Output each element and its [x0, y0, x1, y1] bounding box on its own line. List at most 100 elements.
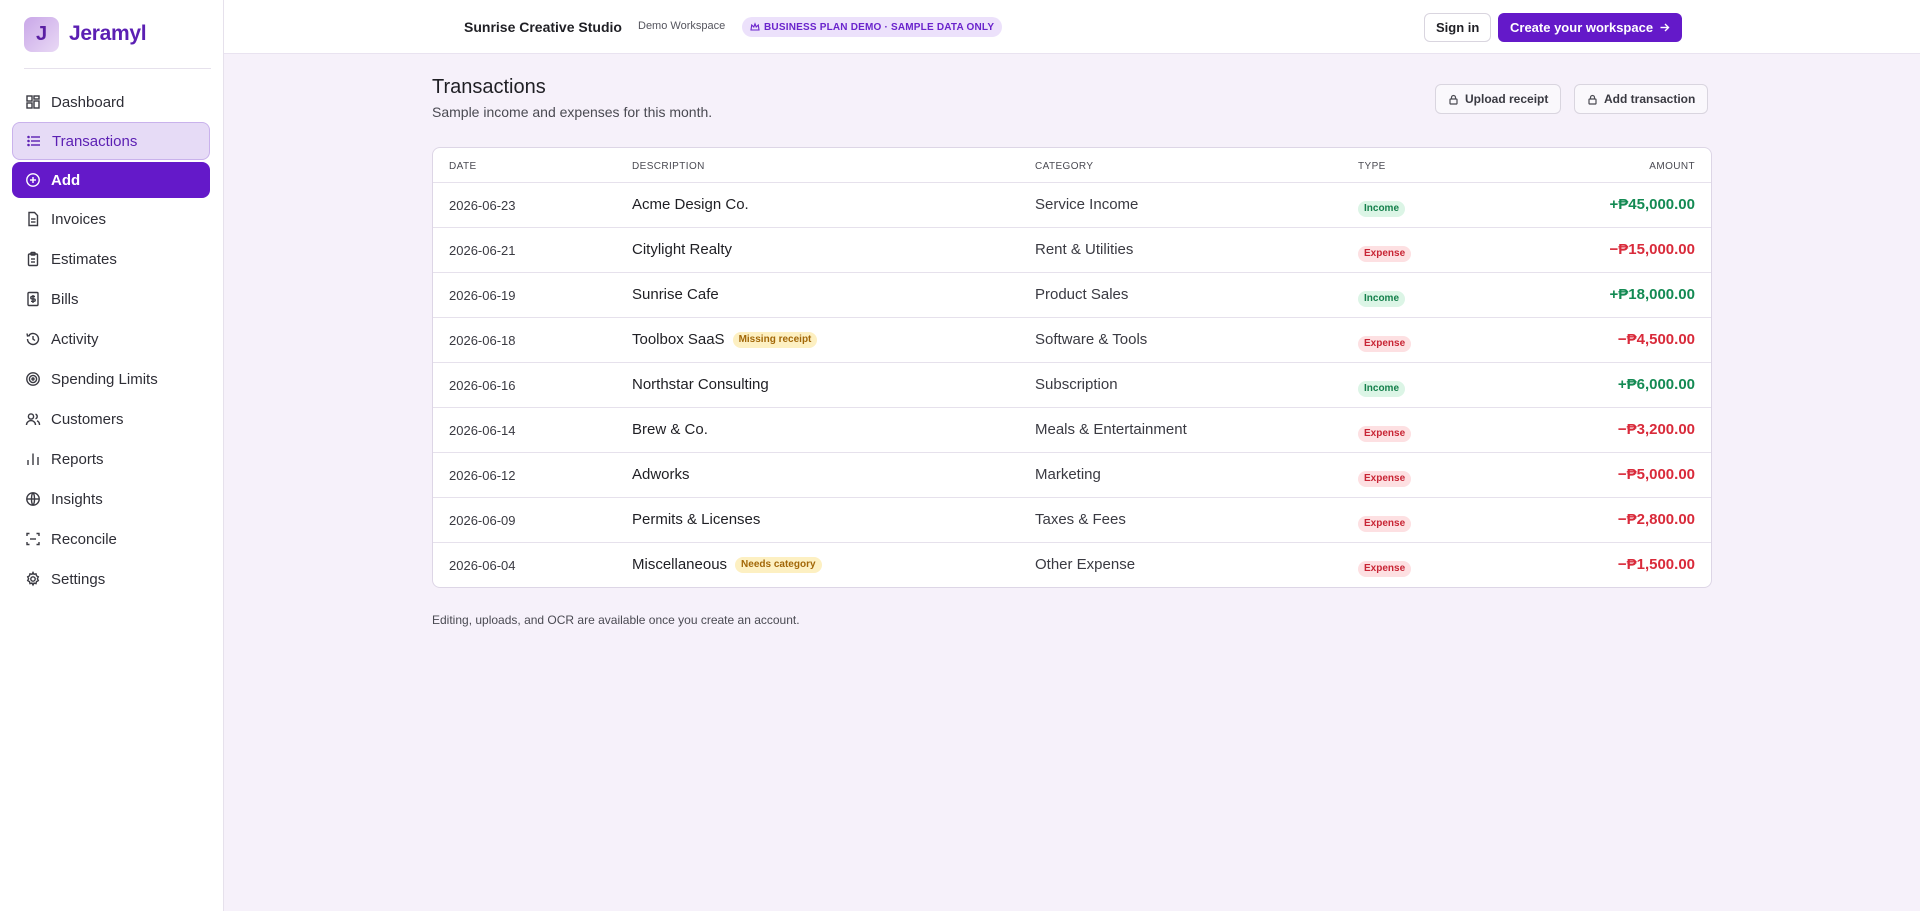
sidebar-item-label: Reconcile [51, 530, 117, 548]
row-amount: +₱6,000.00 [1617, 376, 1695, 393]
row-amount: −₱1,500.00 [1617, 556, 1695, 573]
footnote: Editing, uploads, and OCR are available … [432, 613, 800, 627]
plan-badge: BUSINESS PLAN DEMO · SAMPLE DATA ONLY [742, 17, 1003, 37]
row-description: Permits & Licenses [632, 511, 760, 528]
row-description: Citylight Realty [632, 241, 732, 258]
type-badge: Expense [1358, 245, 1412, 262]
sidebar-item-reports[interactable]: Reports [12, 440, 210, 478]
file-text-icon [25, 211, 41, 227]
row-type: Expense [1358, 243, 1412, 262]
create-workspace-button[interactable]: Create your workspace [1498, 13, 1683, 42]
history-icon [25, 331, 41, 347]
upload-receipt-button[interactable]: Upload receipt [1435, 84, 1562, 114]
bill-icon [25, 291, 41, 307]
table-row[interactable]: 2026-06-21 Citylight Realty Rent & Utiliti… [433, 228, 1711, 273]
row-amount: −₱2,800.00 [1617, 511, 1695, 528]
type-badge: Expense [1358, 515, 1412, 532]
row-category: Subscription [1035, 376, 1118, 393]
sidebar-item-label: Estimates [51, 250, 117, 268]
row-description-text: Adworks [632, 466, 690, 483]
row-date: 2026-06-19 [449, 288, 516, 303]
sidebar-item-customers[interactable]: Customers [12, 400, 210, 438]
row-description: Sunrise Cafe [632, 286, 719, 303]
warning-badge: Missing receipt [732, 331, 818, 348]
transactions-table: Date Description Category Type Amount 20… [432, 147, 1712, 588]
gear-icon [25, 571, 41, 587]
column-header-type[interactable]: Type [1358, 161, 1386, 172]
row-type: Expense [1358, 558, 1412, 577]
table-row[interactable]: 2026-06-14 Brew & Co. Meals & Entertainmen… [433, 408, 1711, 453]
row-type: Expense [1358, 333, 1412, 352]
brand[interactable]: J Jeramyl [24, 0, 211, 69]
type-badge: Income [1358, 290, 1406, 307]
table-row[interactable]: 2026-06-09 Permits & Licenses Taxes & Fees… [433, 498, 1711, 543]
bar-chart-icon [25, 451, 41, 467]
row-description: Brew & Co. [632, 421, 708, 438]
sidebar-item-label: Bills [51, 290, 79, 308]
row-type: Income [1358, 378, 1406, 397]
warning-badge: Needs category [735, 556, 822, 573]
sidebar-item-label: Add [51, 171, 81, 189]
sidebar-item-label: Insights [51, 490, 103, 508]
upload-receipt-label: Upload receipt [1465, 92, 1549, 106]
column-header-category[interactable]: Category [1035, 161, 1093, 172]
sidebar-item-insights[interactable]: Insights [12, 480, 210, 518]
type-badge: Expense [1358, 470, 1412, 487]
add-transaction-label: Add transaction [1604, 92, 1696, 106]
top-bar: Sunrise Creative Studio Demo Workspace B… [224, 0, 1920, 54]
sidebar-item-label: Spending Limits [51, 370, 158, 388]
lock-icon [1448, 94, 1459, 105]
scan-icon [25, 531, 41, 547]
sidebar-item-reconcile[interactable]: Reconcile [12, 520, 210, 558]
sidebar-item-transactions[interactable]: Transactions [12, 122, 210, 160]
sidebar-item-label: Transactions [52, 132, 138, 150]
column-header-amount[interactable]: Amount [1649, 161, 1695, 172]
row-description: Adworks [632, 466, 690, 483]
sidebar-item-bills[interactable]: Bills [12, 280, 210, 318]
row-category: Service Income [1035, 196, 1139, 213]
sidebar-item-label: Customers [51, 410, 124, 428]
users-icon [25, 411, 41, 427]
table-row[interactable]: 2026-06-19 Sunrise Cafe Product Sales Incom… [433, 273, 1711, 318]
sidebar-item-label: Settings [51, 570, 106, 588]
row-amount: −₱4,500.00 [1617, 331, 1695, 348]
target-icon [25, 371, 41, 387]
table-row[interactable]: 2026-06-16 Northstar Consulting Subscripti… [433, 363, 1711, 408]
page-subtitle: Sample income and expenses for this mont… [432, 104, 713, 120]
sidebar-item-spending-limits[interactable]: Spending Limits [12, 360, 210, 398]
sidebar-item-dashboard[interactable]: Dashboard [12, 84, 210, 120]
arrow-right-icon [1659, 22, 1670, 33]
row-category: Taxes & Fees [1035, 511, 1126, 528]
row-date: 2026-06-09 [449, 513, 516, 528]
sidebar-item-settings[interactable]: Settings [12, 560, 210, 598]
table-row[interactable]: 2026-06-23 Acme Design Co. Service Income I… [433, 183, 1711, 228]
row-amount: +₱18,000.00 [1609, 286, 1696, 303]
row-type: Expense [1358, 423, 1412, 442]
sidebar-item-estimates[interactable]: Estimates [12, 240, 210, 278]
type-badge: Income [1358, 380, 1406, 397]
column-header-description[interactable]: Description [632, 161, 705, 172]
row-type: Expense [1358, 468, 1412, 487]
row-description-text: Citylight Realty [632, 241, 733, 258]
sidebar-item-label: Invoices [51, 210, 107, 228]
sidebar-item-activity[interactable]: Activity [12, 320, 210, 358]
sign-in-button[interactable]: Sign in [1424, 13, 1492, 42]
row-description: Toolbox SaaS Missing receipt [632, 331, 818, 348]
plus-circle-icon [25, 172, 41, 188]
add-transaction-button[interactable]: Add transaction [1574, 84, 1709, 114]
table-body: 2026-06-23 Acme Design Co. Service Income I… [433, 183, 1711, 587]
table-row[interactable]: 2026-06-12 Adworks Marketing Expense −₱5,000… [433, 453, 1711, 498]
row-description: Miscellaneous Needs category [632, 556, 822, 573]
table-row[interactable]: 2026-06-18 Toolbox SaaS Missing receipt Sof… [433, 318, 1711, 363]
row-description: Northstar Consulting [632, 376, 769, 393]
brand-logo: J [24, 16, 59, 52]
table-row[interactable]: 2026-06-04 Miscellaneous Needs category Oth… [433, 543, 1711, 587]
lock-icon [1587, 94, 1598, 105]
sidebar-item-add[interactable]: Add [12, 162, 210, 198]
clipboard-icon [25, 251, 41, 267]
sidebar-nav: Dashboard Transactions Add Invoices Esti… [0, 69, 223, 598]
list-icon [26, 133, 42, 149]
row-date: 2026-06-04 [449, 558, 516, 573]
column-header-date[interactable]: Date [449, 161, 477, 172]
sidebar-item-invoices[interactable]: Invoices [12, 200, 210, 238]
